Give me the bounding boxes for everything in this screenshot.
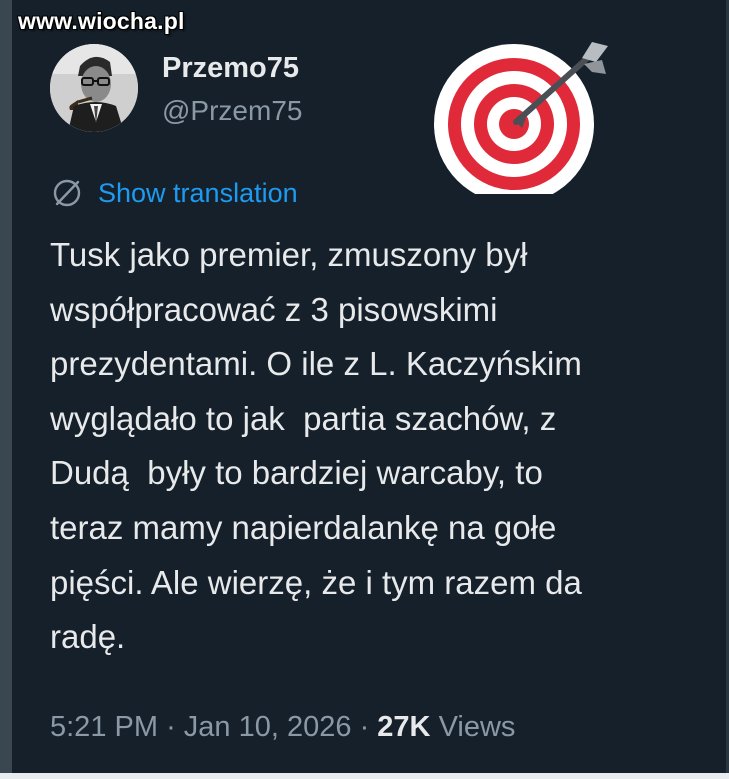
author-handle[interactable]: @Przem75 bbox=[162, 95, 302, 127]
avatar[interactable] bbox=[50, 44, 138, 132]
direct-hit-target-icon bbox=[434, 42, 608, 194]
frame-bottom-border bbox=[0, 773, 729, 779]
tweet-time[interactable]: 5:21 PM bbox=[50, 711, 158, 743]
views-label[interactable]: Views bbox=[439, 711, 516, 743]
tweet-metadata: 5:21 PM · Jan 10, 2026 · 27K Views bbox=[50, 711, 515, 744]
tweet-text: Tusk jako premier, zmuszony był współpra… bbox=[50, 236, 582, 656]
author-display-name[interactable]: Przemo75 bbox=[162, 52, 299, 85]
meta-separator: · bbox=[359, 711, 370, 743]
avatar-photo bbox=[50, 44, 138, 132]
watermark: www.wiocha.pl bbox=[18, 8, 185, 34]
views-count[interactable]: 27K bbox=[377, 711, 430, 743]
frame-left-border bbox=[0, 0, 12, 779]
meta-separator: · bbox=[166, 711, 176, 743]
tweet-date[interactable]: Jan 10, 2026 bbox=[184, 711, 352, 743]
show-translation-link[interactable]: Show translation bbox=[98, 178, 298, 209]
show-translation-row[interactable]: Show translation bbox=[50, 176, 298, 210]
globe-slash-icon bbox=[53, 179, 81, 207]
